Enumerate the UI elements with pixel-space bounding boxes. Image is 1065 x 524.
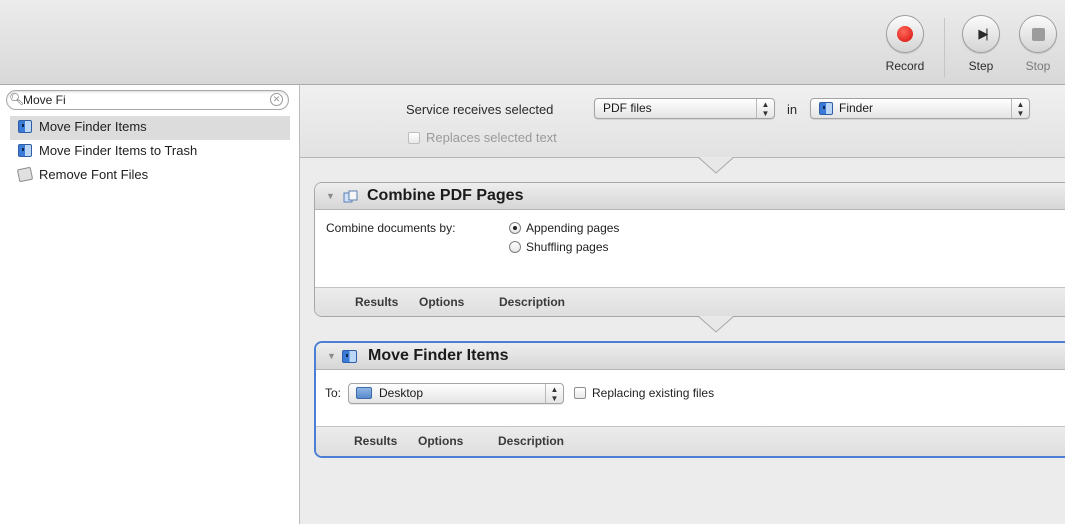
input-type-popup[interactable]: PDF files ▲ ▼ <box>594 98 775 119</box>
radio-shuffling-pages[interactable]: Shuffling pages <box>509 240 609 254</box>
popup-arrows-icon: ▲ ▼ <box>545 384 563 403</box>
action-library-panel: 🔍︎ ✕ Move Finder Items Move Finder Items… <box>0 85 300 524</box>
record-label: Record <box>885 59 925 73</box>
disclosure-triangle-icon[interactable]: ▼ <box>327 351 336 361</box>
tab-description[interactable]: Description <box>498 434 564 448</box>
replaces-label: Replaces selected text <box>426 130 557 145</box>
radio-label: Shuffling pages <box>526 240 609 254</box>
action-footer: Results Options Description <box>316 426 1065 456</box>
finder-icon <box>18 120 32 133</box>
connector-notch-icon <box>697 157 735 174</box>
stop-icon <box>1019 15 1057 53</box>
action-move-finder-items[interactable]: ▼ Move Finder Items To: Desktop ▲ ▼ Repla… <box>314 341 1065 458</box>
replacing-label: Replacing existing files <box>592 386 715 400</box>
connector-notch-icon <box>697 316 735 333</box>
service-settings-bar: Service receives selected PDF files ▲ ▼ i… <box>300 85 1065 158</box>
record-icon <box>886 15 924 53</box>
stop-label: Stop <box>1025 59 1051 73</box>
tab-options[interactable]: Options <box>419 295 464 309</box>
combine-pdf-icon <box>343 190 358 203</box>
checkbox-icon <box>408 132 420 144</box>
list-item-label: Remove Font Files <box>39 167 149 182</box>
list-item-move-finder-items[interactable]: Move Finder Items <box>10 116 290 140</box>
list-item-move-finder-items-to-trash[interactable]: Move Finder Items to Trash <box>10 140 290 164</box>
replacing-existing-files-checkbox[interactable]: Replacing existing files <box>574 386 714 400</box>
step-icon: ▶| <box>962 15 1000 53</box>
folder-icon <box>356 387 372 399</box>
input-type-value: PDF files <box>603 101 652 115</box>
search-results-list: Move Finder Items Move Finder Items to T… <box>10 116 290 188</box>
service-in-label: in <box>787 102 798 117</box>
checkbox-icon <box>574 387 586 399</box>
step-button[interactable]: ▶| Step <box>950 15 1012 80</box>
list-item-label: Move Finder Items to Trash <box>39 143 198 158</box>
search-input[interactable] <box>23 92 263 108</box>
radio-appending-pages[interactable]: Appending pages <box>509 221 619 235</box>
finder-icon <box>342 350 357 363</box>
step-label: Step <box>968 59 994 73</box>
radio-selected-icon <box>509 222 521 234</box>
destination-popup[interactable]: Desktop ▲ ▼ <box>348 383 564 404</box>
disclosure-triangle-icon[interactable]: ▼ <box>326 191 335 201</box>
popup-arrows-icon: ▲ ▼ <box>756 99 774 118</box>
radio-label: Appending pages <box>526 221 620 235</box>
action-header: ▼ Move Finder Items <box>316 343 1065 370</box>
clear-search-icon[interactable]: ✕ <box>270 93 283 106</box>
script-icon <box>16 166 34 183</box>
search-icon: 🔍︎ <box>9 92 25 106</box>
service-receives-label: Service receives selected <box>406 102 554 117</box>
finder-icon <box>819 102 833 115</box>
tab-results[interactable]: Results <box>355 295 398 309</box>
toolbar: Record ▶| Step Stop <box>0 0 1065 85</box>
finder-icon <box>18 144 32 157</box>
radio-unselected-icon <box>509 241 521 253</box>
list-item-label: Move Finder Items <box>39 119 147 134</box>
action-footer: Results Options Description <box>315 287 1065 316</box>
tab-options[interactable]: Options <box>418 434 463 448</box>
action-body: To: Desktop ▲ ▼ Replacing existing files <box>316 370 1065 426</box>
action-combine-pdf-pages[interactable]: ▼ Combine PDF Pages Combine documents by… <box>314 182 1065 317</box>
application-popup[interactable]: Finder ▲ ▼ <box>810 98 1030 119</box>
stop-button[interactable]: Stop <box>1007 15 1065 80</box>
search-field[interactable]: 🔍︎ ✕ <box>6 90 289 110</box>
popup-arrows-icon: ▲ ▼ <box>1011 99 1029 118</box>
application-value: Finder <box>839 101 874 115</box>
record-button[interactable]: Record <box>874 15 936 80</box>
replaces-selected-text-checkbox[interactable]: Replaces selected text <box>408 130 557 145</box>
combine-by-label: Combine documents by: <box>326 221 456 235</box>
workflow-area: Service receives selected PDF files ▲ ▼ i… <box>300 85 1065 524</box>
action-title: Move Finder Items <box>368 347 509 364</box>
to-label: To: <box>325 386 342 400</box>
action-body: Combine documents by: Appending pages Sh… <box>315 210 1065 287</box>
toolbar-separator <box>944 18 945 78</box>
tab-description[interactable]: Description <box>499 295 565 309</box>
action-header: ▼ Combine PDF Pages <box>315 183 1065 210</box>
list-item-remove-font-files[interactable]: Remove Font Files <box>10 164 290 188</box>
destination-value: Desktop <box>379 386 424 400</box>
tab-results[interactable]: Results <box>354 434 397 448</box>
action-title: Combine PDF Pages <box>367 187 524 204</box>
